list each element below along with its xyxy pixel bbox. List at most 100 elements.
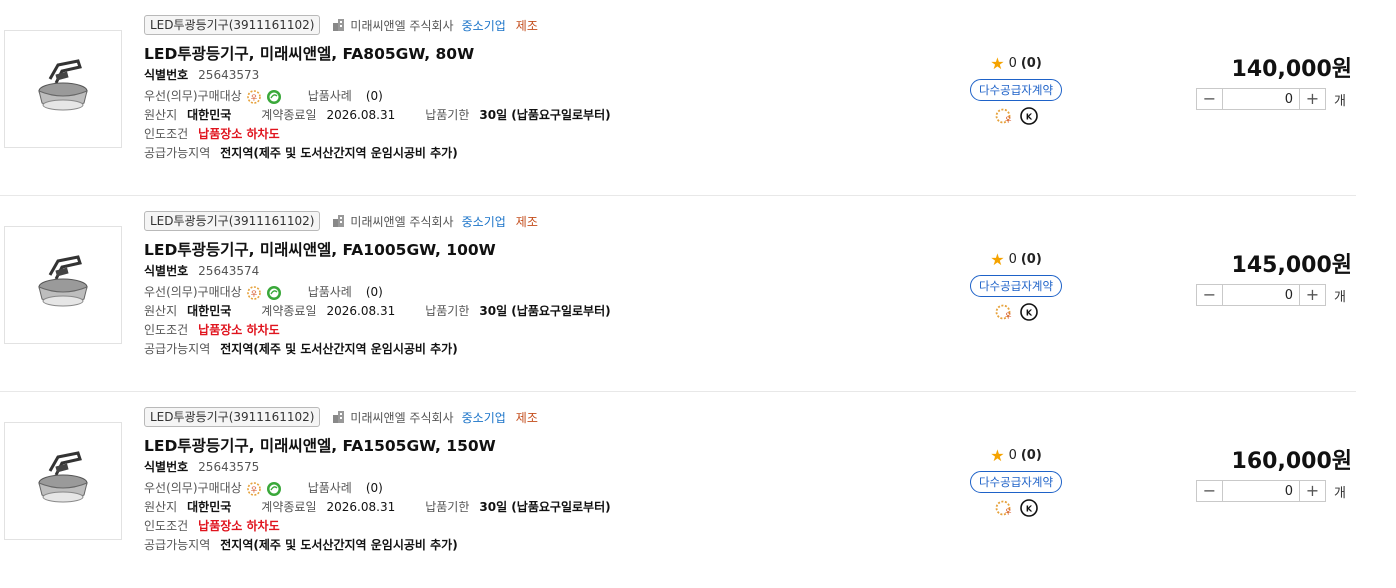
manufacture-badge: 제조 <box>515 214 538 229</box>
decrease-button[interactable]: − <box>1197 285 1223 305</box>
multi-supplier-badge[interactable]: 다수공급자계약 <box>969 471 1063 493</box>
floodlight-image <box>38 59 88 111</box>
list-item: LED투광등기구(3911161102) 미래씨앤엘 주식회사 중소기업 제조 … <box>0 196 1356 392</box>
quantity-input[interactable] <box>1223 89 1299 109</box>
company-name[interactable]: 미래씨앤엘 주식회사 <box>350 17 453 34</box>
supply-area-value: 전지역(제주 및 도서산간지역 운임시공비 추가) <box>220 538 458 552</box>
company-name[interactable]: 미래씨앤엘 주식회사 <box>350 409 453 426</box>
green-product-icon <box>266 481 281 496</box>
excellent-product-icon: 우 <box>246 285 261 300</box>
supply-area-label: 공급가능지역 <box>144 342 211 356</box>
excellent-product-icon: 우 <box>995 500 1012 516</box>
sme-badge: 중소기업 <box>461 18 506 33</box>
multi-supplier-badge[interactable]: 다수공급자계약 <box>969 79 1063 101</box>
deadline-value: 30일 (납품요구일로부터) <box>479 304 611 318</box>
origin-value: 대한민국 <box>187 108 232 122</box>
cases-value[interactable]: (0) <box>366 87 383 106</box>
company-name[interactable]: 미래씨앤엘 주식회사 <box>350 213 453 230</box>
rating-value: 0 <box>1008 448 1017 463</box>
id-value: 25643575 <box>198 460 260 474</box>
building-icon <box>333 19 345 31</box>
price: 160,000원 <box>1231 449 1352 474</box>
delivery-cond-label: 인도조건 <box>144 323 189 337</box>
decrease-button[interactable]: − <box>1197 481 1223 501</box>
rating-count: (0) <box>1020 252 1042 267</box>
product-list: LED투광등기구(3911161102) 미래씨앤엘 주식회사 중소기업 제조 … <box>0 0 1396 588</box>
quantity-stepper: − + <box>1196 480 1326 502</box>
delivery-cond-value: 납품장소 하차도 <box>198 323 280 337</box>
supply-area-label: 공급가능지역 <box>144 538 211 552</box>
deadline-value: 30일 (납품요구일로부터) <box>479 500 611 514</box>
svg-text:우: 우 <box>1005 116 1012 124</box>
svg-text:K: K <box>1026 113 1033 122</box>
star-icon: ★ <box>990 446 1005 465</box>
increase-button[interactable]: + <box>1299 89 1325 109</box>
origin-value: 대한민국 <box>187 500 232 514</box>
product-name[interactable]: LED투광등기구, 미래씨앤엘, FA1505GW, 150W <box>144 434 904 458</box>
id-label: 식별번호 <box>144 460 189 474</box>
star-icon: ★ <box>990 250 1005 269</box>
product-thumbnail[interactable] <box>4 226 122 344</box>
rating-value: 0 <box>1008 56 1017 71</box>
product-name[interactable]: LED투광등기구, 미래씨앤엘, FA805GW, 80W <box>144 42 904 66</box>
cases-value[interactable]: (0) <box>366 283 383 302</box>
category-badge[interactable]: LED투광등기구(3911161102) <box>144 211 321 231</box>
product-thumbnail[interactable] <box>4 422 122 540</box>
cases-label: 납품사례 <box>307 481 352 495</box>
rating: ★ 0 (0) <box>960 250 1072 269</box>
manufacture-badge: 제조 <box>515 18 538 33</box>
priority-label: 우선(의무)구매대상 <box>144 481 242 495</box>
svg-text:우: 우 <box>250 290 257 298</box>
building-icon <box>333 215 345 227</box>
delivery-cond-label: 인도조건 <box>144 127 189 141</box>
id-label: 식별번호 <box>144 264 189 278</box>
unit-label: 개 <box>1334 93 1346 109</box>
cases-value[interactable]: (0) <box>366 479 383 498</box>
sme-badge: 중소기업 <box>461 410 506 425</box>
excellent-product-icon: 우 <box>995 108 1012 124</box>
price: 145,000원 <box>1231 253 1352 278</box>
manufacture-badge: 제조 <box>515 410 538 425</box>
contract-end-value: 2026.08.31 <box>326 500 396 514</box>
contract-end-value: 2026.08.31 <box>326 108 396 122</box>
deadline-label: 납품기한 <box>425 500 470 514</box>
kc-mark-icon: K <box>1020 499 1038 517</box>
id-value: 25643573 <box>198 68 260 82</box>
quantity-stepper: − + <box>1196 284 1326 306</box>
increase-button[interactable]: + <box>1299 481 1325 501</box>
svg-text:우: 우 <box>250 94 257 102</box>
floodlight-image <box>38 255 88 307</box>
quantity-input[interactable] <box>1223 285 1299 305</box>
id-label: 식별번호 <box>144 68 189 82</box>
decrease-button[interactable]: − <box>1197 89 1223 109</box>
cases-label: 납품사례 <box>307 285 352 299</box>
delivery-cond-value: 납품장소 하차도 <box>198 519 280 533</box>
category-badge[interactable]: LED투광등기구(3911161102) <box>144 15 321 35</box>
delivery-cond-label: 인도조건 <box>144 519 189 533</box>
unit-label: 개 <box>1334 289 1346 305</box>
green-product-icon <box>266 285 281 300</box>
rating: ★ 0 (0) <box>960 54 1072 73</box>
priority-label: 우선(의무)구매대상 <box>144 89 242 103</box>
product-thumbnail[interactable] <box>4 30 122 148</box>
category-badge[interactable]: LED투광등기구(3911161102) <box>144 407 321 427</box>
svg-text:우: 우 <box>1005 312 1012 320</box>
contract-end-value: 2026.08.31 <box>326 304 396 318</box>
quantity-input[interactable] <box>1223 481 1299 501</box>
contract-end-label: 계약종료일 <box>261 108 317 122</box>
svg-text:우: 우 <box>250 486 257 494</box>
list-item: LED투광등기구(3911161102) 미래씨앤엘 주식회사 중소기업 제조 … <box>0 392 1356 588</box>
origin-label: 원산지 <box>144 304 178 318</box>
supply-area-value: 전지역(제주 및 도서산간지역 운임시공비 추가) <box>220 146 458 160</box>
product-name[interactable]: LED투광등기구, 미래씨앤엘, FA1005GW, 100W <box>144 238 904 262</box>
deadline-label: 납품기한 <box>425 304 470 318</box>
delivery-cond-value: 납품장소 하차도 <box>198 127 280 141</box>
list-item: LED투광등기구(3911161102) 미래씨앤엘 주식회사 중소기업 제조 … <box>0 0 1356 196</box>
green-product-icon <box>266 89 281 104</box>
contract-end-label: 계약종료일 <box>261 500 317 514</box>
origin-value: 대한민국 <box>187 304 232 318</box>
unit-label: 개 <box>1334 485 1346 501</box>
increase-button[interactable]: + <box>1299 285 1325 305</box>
supply-area-value: 전지역(제주 및 도서산간지역 운임시공비 추가) <box>220 342 458 356</box>
multi-supplier-badge[interactable]: 다수공급자계약 <box>969 275 1063 297</box>
